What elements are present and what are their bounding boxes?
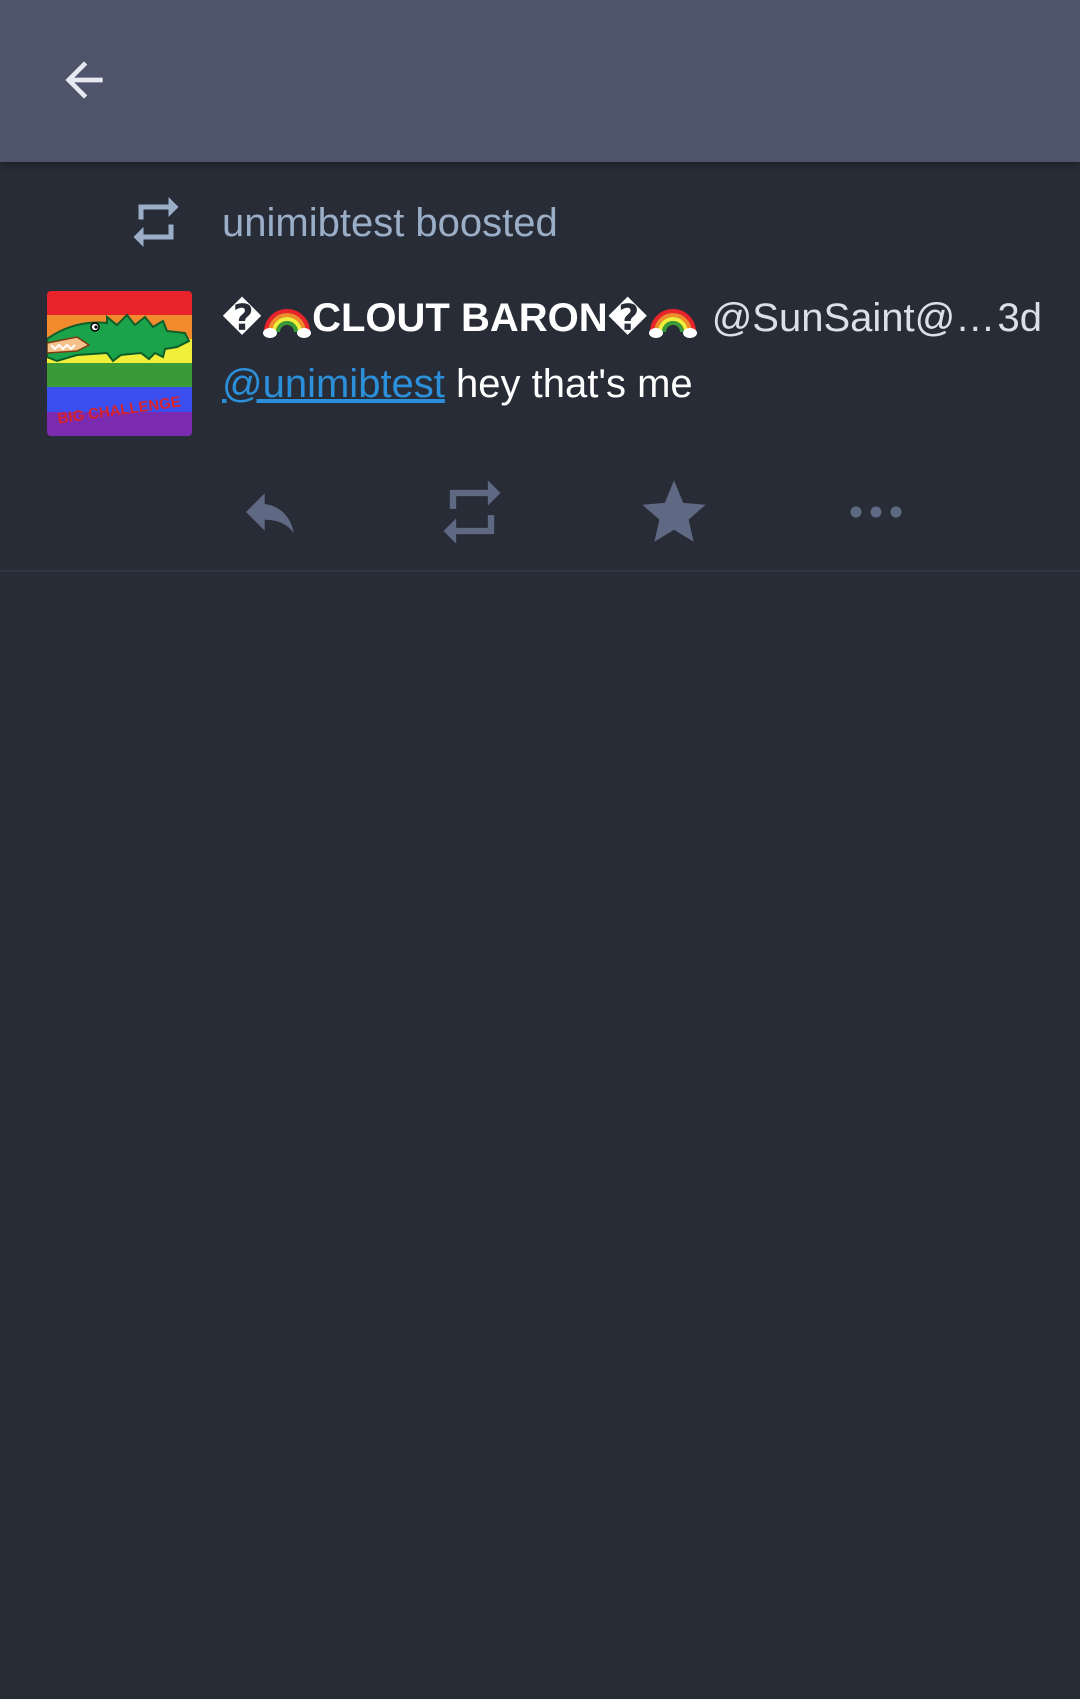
status-content: @unimibtest hey that's me (222, 354, 693, 414)
star-icon (642, 480, 706, 542)
avatar[interactable]: BIG CHALLENGE (47, 291, 192, 436)
boost-icon (133, 197, 179, 247)
status-text: hey that's me (444, 362, 693, 406)
reply-icon (246, 493, 294, 534)
display-name[interactable]: � CLOUT BARON � (222, 296, 698, 341)
favourite-button[interactable] (619, 452, 729, 572)
more-button[interactable] (821, 452, 931, 572)
top-toolbar (0, 0, 1080, 162)
boosted-by-label: unimibtest boosted (222, 201, 558, 245)
rainbow-emoji-icon (263, 309, 312, 338)
mention-link[interactable]: @unimibtest (222, 362, 445, 406)
display-name-prefix: � (222, 297, 263, 338)
display-name-text: CLOUT BARON (312, 295, 608, 340)
more-icon (850, 506, 902, 518)
status-header[interactable]: � CLOUT BARON � @SunSaint@wit… 3d (222, 282, 1042, 354)
rainbow-emoji-icon (648, 309, 697, 338)
reply-button[interactable] (215, 452, 325, 572)
status-item[interactable]: unimibtest boosted BIG CHALLENGE � CLOUT… (0, 162, 1080, 572)
username[interactable]: @SunSaint@wit… (712, 296, 998, 341)
arrow-left-icon (65, 61, 103, 99)
display-name-suffix: � (607, 297, 648, 338)
back-button[interactable] (44, 44, 124, 116)
avatar-image: BIG CHALLENGE (47, 291, 192, 436)
timestamp: 3d (997, 295, 1043, 340)
boost-button[interactable] (417, 452, 527, 572)
boost-icon (443, 480, 501, 544)
boost-prepend: unimibtest boosted (0, 162, 1080, 286)
action-bar (0, 452, 1080, 572)
